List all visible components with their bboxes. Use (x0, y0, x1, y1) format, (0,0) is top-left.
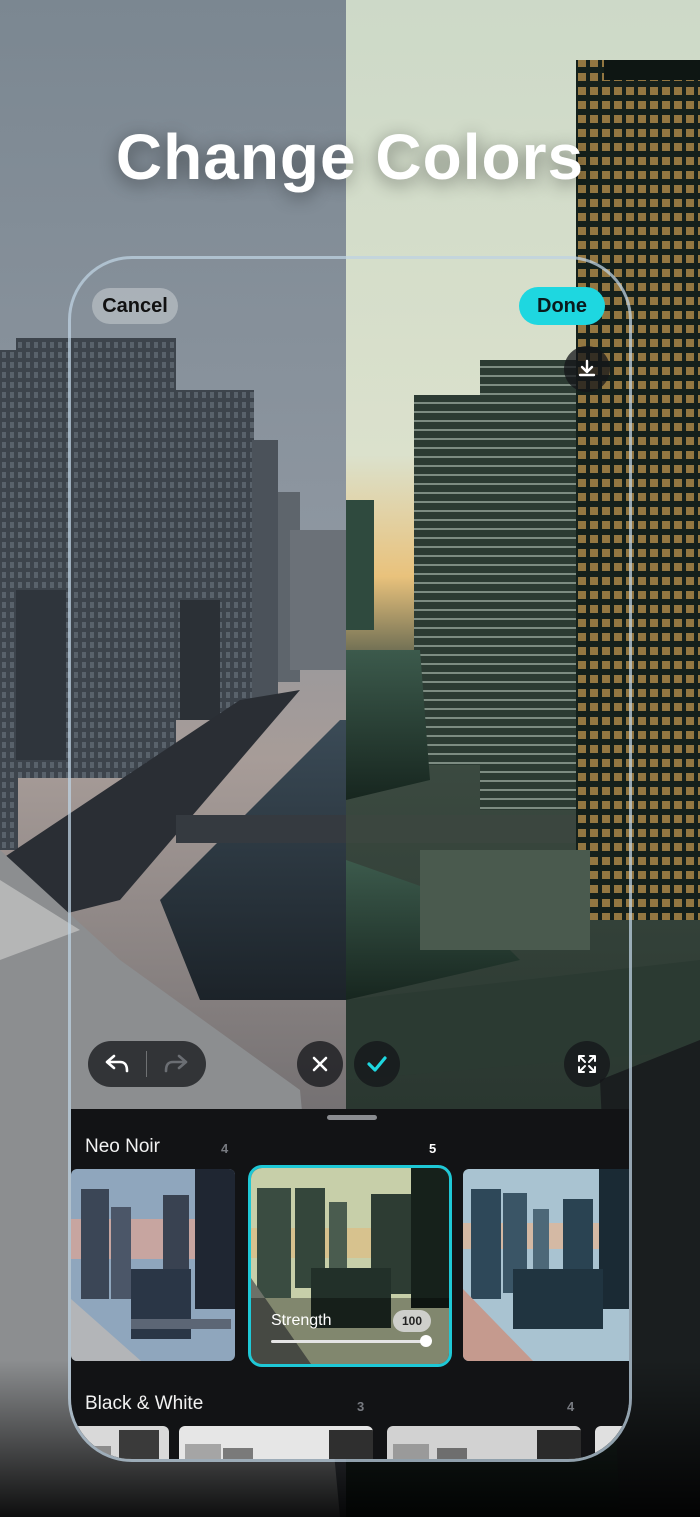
filter-count: 4 (221, 1141, 229, 1156)
undo-icon (105, 1054, 129, 1073)
headline: Change Colors (115, 121, 585, 193)
apply-button[interactable] (354, 1041, 400, 1087)
filter-count: 3 (357, 1399, 365, 1414)
discard-button[interactable] (297, 1041, 343, 1087)
undo-button[interactable] (88, 1041, 146, 1087)
phone-frame: Cancel Done Neo Noir 4 5 Strength 100 Bl… (68, 256, 632, 1462)
category-label-neo-noir: Neo Noir (85, 1136, 160, 1157)
filter-panel: Neo Noir 4 5 Strength 100 Black & White … (71, 1109, 629, 1459)
filter-thumbnail-bw[interactable] (71, 1426, 169, 1459)
expand-icon (578, 1055, 596, 1073)
checkmark-icon (367, 1056, 387, 1072)
category-label-black-white: Black & White (85, 1393, 204, 1414)
filter-thumbnail-bw[interactable] (179, 1426, 373, 1459)
filter-thumbnail-bw[interactable] (595, 1426, 629, 1459)
drag-handle[interactable] (327, 1115, 377, 1120)
cancel-button[interactable]: Cancel (92, 288, 178, 324)
slider-knob[interactable] (420, 1335, 432, 1347)
redo-button[interactable] (147, 1041, 205, 1087)
filter-thumbnail[interactable] (71, 1169, 235, 1361)
close-icon (312, 1056, 328, 1072)
redo-icon (164, 1054, 188, 1073)
undo-redo-group (88, 1041, 206, 1087)
promo-screen: Change Colors Cancel Done Neo Noir 4 5 S… (0, 0, 700, 1517)
filter-count: 4 (567, 1399, 575, 1414)
download-button[interactable] (564, 346, 610, 392)
filter-thumbnail[interactable] (463, 1169, 629, 1361)
filter-thumbnail-selected[interactable]: Strength 100 (248, 1165, 452, 1367)
strength-value-badge: 100 (393, 1310, 431, 1332)
fullscreen-button[interactable] (564, 1041, 610, 1087)
filter-thumbnail-bw[interactable] (387, 1426, 581, 1459)
strength-label: Strength (271, 1312, 332, 1329)
done-button[interactable]: Done (519, 287, 605, 325)
download-icon (578, 359, 596, 377)
strength-slider[interactable] (271, 1340, 427, 1343)
filter-count-active: 5 (429, 1141, 437, 1156)
